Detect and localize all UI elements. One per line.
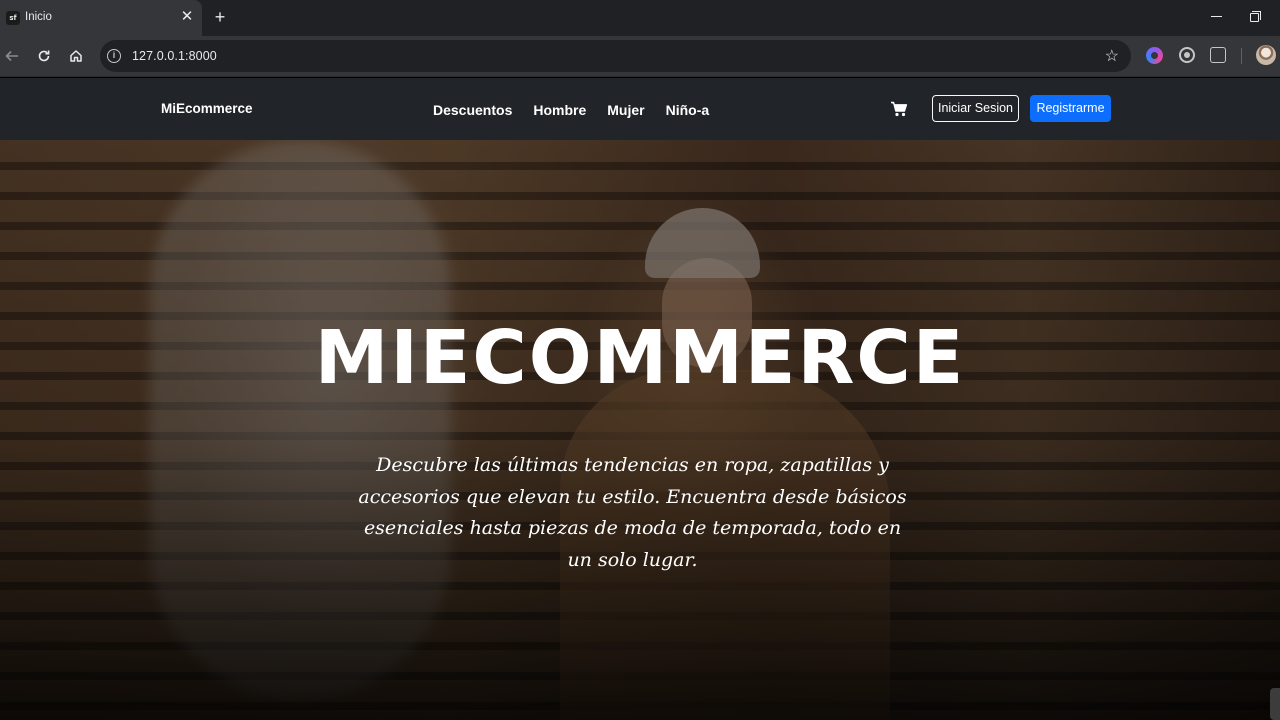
nav-links: Descuentos Hombre Mujer Niño-a	[433, 102, 709, 118]
nav-link-mujer[interactable]: Mujer	[607, 102, 644, 118]
hero-title: MIECOMMERCE	[314, 315, 966, 401]
profile-avatar[interactable]	[1256, 45, 1276, 65]
extensions-puzzle-icon[interactable]	[1210, 47, 1226, 63]
close-tab-icon[interactable]: ✕	[178, 8, 196, 26]
scroll-handle[interactable]	[1270, 688, 1280, 720]
toolbar-divider	[1241, 48, 1242, 64]
site-info-icon[interactable]: i	[107, 49, 121, 63]
tab-title: Inicio	[25, 11, 52, 23]
address-bar[interactable]: i 127.0.0.1:8000 ☆	[100, 40, 1131, 72]
hero-section: MIECOMMERCE Descubre las últimas tendenc…	[0, 140, 1280, 720]
minimize-window-icon[interactable]	[1207, 7, 1227, 27]
browser-toolbar: i 127.0.0.1:8000 ☆	[0, 36, 1280, 77]
brand-logo[interactable]: MiEcommerce	[161, 101, 253, 116]
browser-tab[interactable]: sf Inicio ✕	[0, 0, 202, 36]
new-tab-icon[interactable]: +	[211, 8, 229, 26]
nav-link-descuentos[interactable]: Descuentos	[433, 102, 512, 118]
extension-icon[interactable]	[1179, 47, 1195, 63]
back-icon[interactable]	[0, 44, 24, 68]
nav-link-nino[interactable]: Niño-a	[666, 102, 710, 118]
browser-tab-bar: sf Inicio ✕ +	[0, 0, 1280, 36]
cart-icon[interactable]	[890, 101, 908, 117]
nav-link-hombre[interactable]: Hombre	[533, 102, 586, 118]
hero-dark-overlay	[0, 140, 1280, 720]
site-navbar: MiEcommerce Descuentos Hombre Mujer Niño…	[0, 78, 1280, 140]
login-button[interactable]: Iniciar Sesion	[932, 95, 1019, 122]
hero-subtitle: Descubre las últimas tendencias en ropa,…	[358, 454, 907, 571]
tab-favicon-icon: sf	[6, 11, 20, 25]
reload-icon[interactable]	[32, 44, 56, 68]
restore-window-icon[interactable]	[1246, 8, 1266, 28]
register-button[interactable]: Registrarme	[1030, 95, 1111, 122]
url-text[interactable]: 127.0.0.1:8000	[132, 49, 217, 63]
bookmark-star-icon[interactable]: ☆	[1105, 46, 1119, 66]
home-icon[interactable]	[64, 44, 88, 68]
extension-icon[interactable]	[1146, 47, 1163, 64]
